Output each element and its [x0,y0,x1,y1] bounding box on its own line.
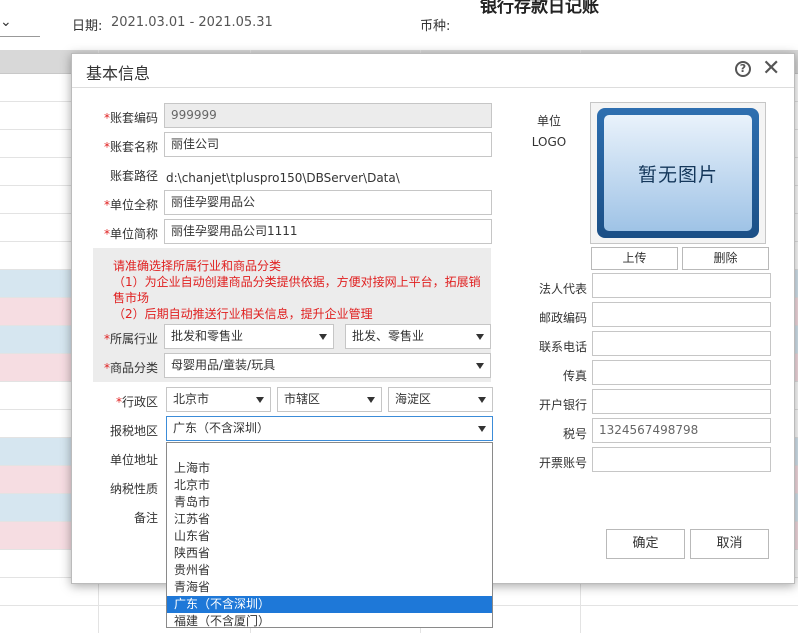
no-image-text: 暂无图片 [604,115,752,231]
account-name-field[interactable]: 丽佳公司 [164,132,492,157]
postal-code-label: 邮政编码 [538,311,587,325]
account-code-field: 999999 [164,103,492,128]
account-name-label: *账套名称 [103,140,158,154]
dropdown-option[interactable] [167,443,492,460]
notice-text: 请准确选择所属行业和商品分类 （1）为企业自动创建商品分类提供依据，方便对接网上… [113,258,487,322]
tax-number-label: 税号 [562,427,587,441]
dialog-title: 基本信息 [86,64,151,83]
confirm-button[interactable]: 确定 [606,529,685,559]
chevron-down-icon [256,397,264,403]
tax-number-field[interactable]: 1324567498798 [592,418,771,443]
dropdown-option[interactable]: 福建（不含厦门） [167,613,492,627]
help-icon[interactable]: ? [735,61,751,77]
postal-code-field[interactable] [592,302,771,327]
currency-label: 币种: [420,19,451,34]
tax-region-dropdown[interactable]: 上海市 北京市 青岛市 江苏省 山东省 陕西省 贵州省 青海省 广东（不含深圳）… [166,442,493,628]
industry-subcategory-select[interactable]: 批发、零售业 [345,324,491,349]
county-select[interactable]: 海淀区 [388,387,493,412]
cancel-button[interactable]: 取消 [690,529,769,559]
phone-field[interactable] [592,331,771,356]
unit-short-name-field[interactable]: 丽佳孕婴用品公司1111 [164,219,492,244]
product-category-label: *商品分类 [103,361,158,375]
remarks-label: 备注 [133,511,158,525]
logo-label-line-2: LOGO [531,135,567,149]
divider [0,36,40,37]
dropdown-option-selected[interactable]: 广东（不含深圳） [167,596,492,613]
chevron-down-icon [367,397,375,403]
industry-notice-panel: 请准确选择所属行业和商品分类 （1）为企业自动创建商品分类提供依据，方便对接网上… [93,248,491,382]
chevron-down-icon [478,426,486,432]
phone-label: 联系电话 [538,340,587,354]
dropdown-option[interactable]: 贵州省 [167,562,492,579]
basic-info-dialog: 基本信息 ? ✕ *账套编码 999999 *账套名称 丽佳公司 账套路径 d:… [71,53,795,628]
notice-line-2: （1）为企业自动创建商品分类提供依据，方便对接网上平台，拓展销售市场 [113,275,481,305]
dropdown-option[interactable]: 青岛市 [167,494,492,511]
report-title: 银行存款日记账 [480,0,599,17]
unit-full-name-label: *单位全称 [103,198,158,212]
account-path-value: d:\chanjet\tpluspro150\DBServer\Data\ [166,171,400,185]
account-path-label: 账套路径 [109,169,158,183]
dropdown-option[interactable]: 北京市 [167,477,492,494]
legal-rep-label: 法人代表 [538,282,587,296]
tax-nature-label: 纳税性质 [109,482,158,496]
invoice-account-label: 开票账号 [538,456,587,470]
report-toolbar: ⌄ 日期: 2021.03.01 - 2021.05.31 币种: 银行存款日记… [0,0,798,50]
dropdown-option[interactable]: 江苏省 [167,511,492,528]
industry-label: *所属行业 [103,332,158,346]
dropdown-option[interactable]: 青海省 [167,579,492,596]
delete-button[interactable]: 删除 [682,247,769,270]
district-select[interactable]: 市辖区 [277,387,382,412]
logo-preview: 暂无图片 [590,102,766,244]
account-code-label: *账套编码 [103,111,158,125]
unit-address-label: 单位地址 [109,453,158,467]
invoice-account-field[interactable] [592,447,771,472]
unit-full-name-field[interactable]: 丽佳孕婴用品公 [164,190,492,215]
dialog-header-divider [72,87,794,88]
region-label: *行政区 [115,395,158,409]
legal-rep-field[interactable] [592,273,771,298]
unit-short-name-label: *单位简称 [103,227,158,241]
product-category-select[interactable]: 母婴用品/童装/玩具 [164,353,491,378]
logo-label-line-1: 单位 [536,114,561,128]
upload-button[interactable]: 上传 [591,247,678,270]
chevron-down-icon [476,363,484,369]
fax-label: 传真 [562,369,587,383]
tax-region-label: 报税地区 [109,424,158,438]
dropdown-option[interactable]: 山东省 [167,528,492,545]
chevron-down-icon [319,334,327,340]
dropdown-option[interactable]: 上海市 [167,460,492,477]
chevron-down-icon[interactable]: ⌄ [0,14,12,30]
notice-line-1: 请准确选择所属行业和商品分类 [113,259,282,273]
bank-label: 开户银行 [538,398,587,412]
bank-field[interactable] [592,389,771,414]
close-icon[interactable]: ✕ [762,56,780,82]
date-label: 日期: [72,19,103,34]
date-range: 2021.03.01 - 2021.05.31 [111,15,273,30]
dropdown-option[interactable]: 陕西省 [167,545,492,562]
industry-select[interactable]: 批发和零售业 [164,324,334,349]
tax-region-select[interactable]: 广东（不含深圳） [166,416,493,441]
notice-line-3: （2）后期自动推送行业相关信息，提升企业管理 [113,307,373,321]
chevron-down-icon [478,397,486,403]
no-image-icon: 暂无图片 [597,108,759,238]
chevron-down-icon [476,334,484,340]
fax-field[interactable] [592,360,771,385]
province-select[interactable]: 北京市 [166,387,271,412]
